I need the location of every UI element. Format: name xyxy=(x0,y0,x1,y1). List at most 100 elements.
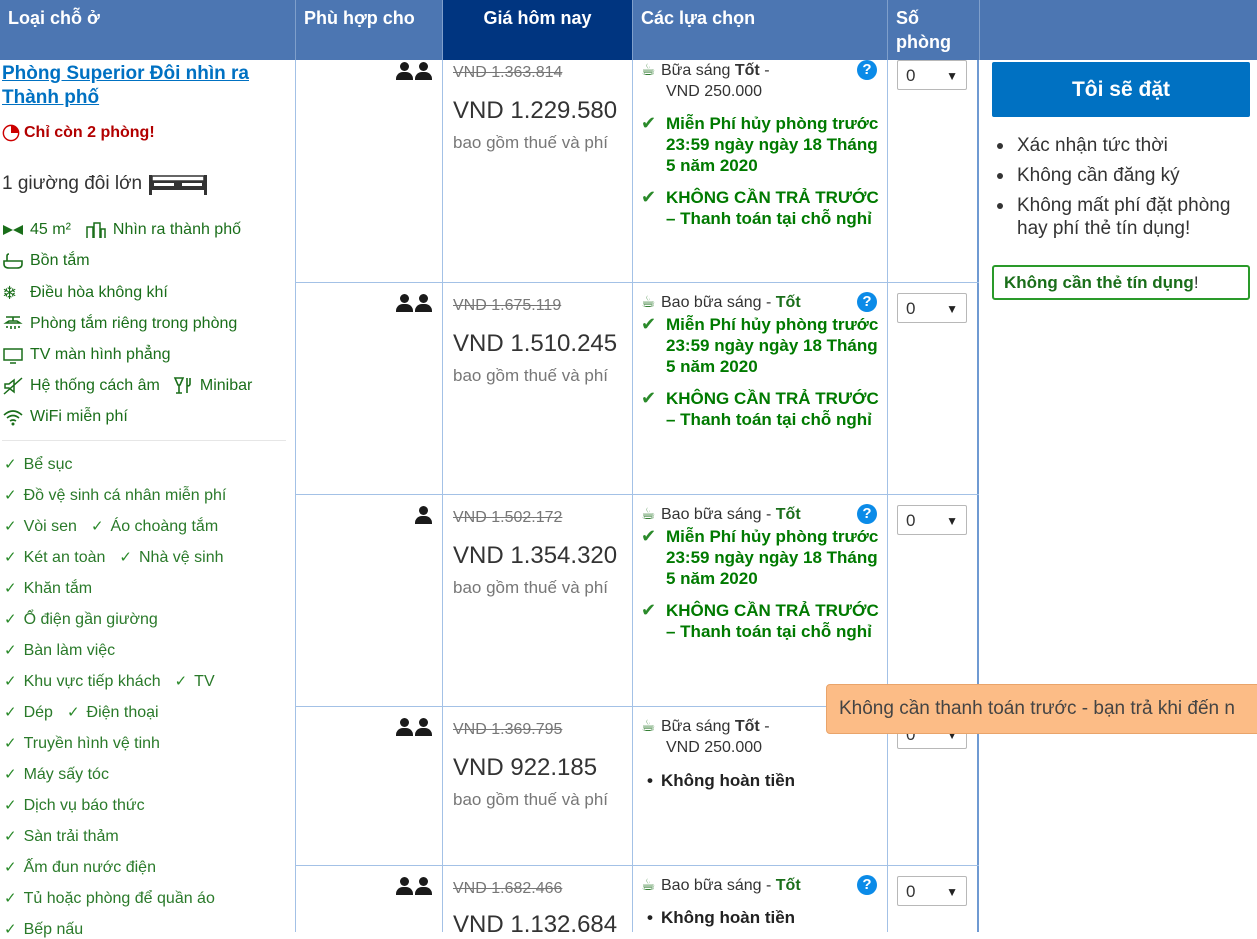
amenity-label: Điện thoại xyxy=(86,704,159,721)
amenity-label: Nhà vệ sinh xyxy=(139,549,224,566)
amenity-item: ✓ Khu vực tiếp khách ✓ TV xyxy=(4,672,215,691)
double-bed-icon xyxy=(149,175,208,195)
amenity-item: ✓ Dịch vụ báo thức xyxy=(4,796,145,815)
help-icon[interactable]: ? xyxy=(857,875,877,895)
person-icon xyxy=(415,718,432,736)
amenity-item: ✓ Truyền hình vệ tinh xyxy=(4,734,160,753)
header-price[interactable]: Giá hôm nay xyxy=(442,0,632,60)
amenity-label: Dép xyxy=(23,704,53,721)
tv-icon xyxy=(3,348,23,364)
perk-item: Không mất phí đặt phòng hay phí thẻ tín … xyxy=(992,194,1252,240)
cancellation-text: Miễn Phí hủy phòng trước 23:59 ngày ngày… xyxy=(666,315,879,376)
room-quantity-select[interactable]: 0 ▼ xyxy=(897,505,967,535)
coffee-cup-icon: ☕ xyxy=(641,718,656,735)
city-view-icon xyxy=(86,222,106,238)
check-icon: ✓ xyxy=(4,580,17,597)
help-icon[interactable]: ? xyxy=(857,60,877,80)
breakfast-label: Bao bữa sáng xyxy=(661,294,762,311)
no-prepayment[interactable]: ✔ KHÔNG CẦN TRẢ TRƯỚC – Thanh toán tại ch… xyxy=(641,600,881,642)
price-note: bao gồm thuế và phí xyxy=(453,366,609,385)
amenity-item: ✓ Ổ điện gần giường xyxy=(4,610,158,629)
room-quantity-select[interactable]: 0 ▼ xyxy=(897,60,967,90)
facility-row-soundproof-minibar: Hệ thống cách âm Minibar xyxy=(2,377,252,395)
room-name-link[interactable]: Phòng Superior Đôi nhìn ra Thành phố xyxy=(2,62,252,110)
header-options: Các lựa chọn xyxy=(632,0,887,60)
checkmark-icon: ✔ xyxy=(641,600,657,620)
facility-bathtub: Bồn tắm xyxy=(30,252,90,269)
dropdown-arrow-icon: ▼ xyxy=(946,69,958,83)
amenity-item: ✓ Tủ hoặc phòng để quần áo xyxy=(4,889,215,908)
check-icon: ✓ xyxy=(119,549,132,566)
minibar-icon xyxy=(173,377,191,394)
price-note: bao gồm thuế và phí xyxy=(453,133,609,152)
help-icon[interactable]: ? xyxy=(857,292,877,312)
price-note: bao gồm thuế và phí xyxy=(453,790,609,809)
scarcity-text: Chỉ còn 2 phòng! xyxy=(24,124,155,141)
current-price: VND 1.229.580 xyxy=(453,97,618,124)
person-icon xyxy=(415,877,432,895)
no-credit-card-badge: Không cần thẻ tín dụng! xyxy=(992,265,1250,300)
amenity-label: Đồ vệ sinh cá nhân miễn phí xyxy=(23,487,227,504)
free-cancellation: ✔ Miễn Phí hủy phòng trước 23:59 ngày ngà… xyxy=(641,113,881,176)
no-card-text: Không cần thẻ tín dụng xyxy=(1004,273,1194,292)
room-quantity-select[interactable]: 0 ▼ xyxy=(897,876,967,906)
occupancy-2-adults xyxy=(390,294,432,317)
help-icon[interactable]: ? xyxy=(857,504,877,524)
column-divider xyxy=(442,60,443,932)
check-icon: ✓ xyxy=(4,549,17,566)
amenity-label: Máy sấy tóc xyxy=(23,766,109,783)
no-prepayment[interactable]: ✔ KHÔNG CẦN TRẢ TRƯỚC – Thanh toán tại ch… xyxy=(641,388,881,430)
perk-item: Không cần đăng ký xyxy=(992,164,1252,187)
facility-size: 45 m² xyxy=(30,221,71,238)
row-divider xyxy=(295,282,979,283)
facility-row-bathtub: Bồn tắm xyxy=(2,252,90,270)
no-prepayment-text: KHÔNG CẦN TRẢ TRƯỚC – Thanh toán tại chỗ… xyxy=(666,188,879,228)
check-icon: ✓ xyxy=(4,828,17,845)
check-icon: ✓ xyxy=(4,673,17,690)
facility-row-ac: ❄ Điều hòa không khí xyxy=(2,284,168,302)
amenity-item: ✓ Ấm đun nước điện xyxy=(4,858,156,877)
room-quantity-select[interactable]: 0 ▼ xyxy=(897,293,967,323)
current-price: VND 922.185 xyxy=(453,754,598,781)
bathtub-icon xyxy=(3,253,23,269)
current-price: VND 1.132.684 xyxy=(453,911,618,938)
room-size-icon xyxy=(3,225,23,235)
no-card-suffix: ! xyxy=(1193,273,1199,292)
check-icon: ✓ xyxy=(4,859,17,876)
check-icon: ✓ xyxy=(4,890,17,907)
quantity-value: 0 xyxy=(906,882,916,901)
old-price: VND 1.502.172 xyxy=(453,509,563,526)
breakfast-quality: Tốt xyxy=(734,62,760,79)
booking-perks-list: Xác nhận tức thời Không cần đăng ký Khôn… xyxy=(992,134,1252,247)
person-icon xyxy=(396,62,413,80)
check-icon: ✓ xyxy=(4,797,17,814)
checkmark-icon: ✔ xyxy=(641,526,657,546)
facility-private-bath: Phòng tắm riêng trong phòng xyxy=(30,315,238,332)
amenity-label: Truyền hình vệ tinh xyxy=(23,735,160,752)
occupancy-2-adults xyxy=(390,877,432,900)
current-price: VND 1.354.320 xyxy=(453,542,618,569)
reserve-button[interactable]: Tôi sẽ đặt xyxy=(992,62,1250,117)
check-icon: ✓ xyxy=(90,518,104,535)
old-price: VND 1.363.814 xyxy=(453,64,563,81)
old-price: VND 1.675.119 xyxy=(453,297,562,314)
amenity-label: Khu vực tiếp khách xyxy=(23,673,161,690)
bed-text: 1 giường đôi lớn xyxy=(2,173,143,194)
room-option: ☕Bao bữa sáng - Tốt Không hoàn tiền xyxy=(641,875,881,928)
pie-clock-icon xyxy=(2,124,20,142)
amenity-item: ✓ Sàn trải thảm xyxy=(4,827,119,846)
breakfast-quality: Tốt xyxy=(775,506,801,523)
row-divider xyxy=(295,494,979,495)
breakfast-quality: Tốt xyxy=(775,294,801,311)
wifi-icon xyxy=(3,410,23,426)
facility-row-tv: TV màn hình phẳng xyxy=(2,346,171,364)
facility-minibar: Minibar xyxy=(199,377,253,394)
amenity-label: TV xyxy=(194,673,215,690)
amenity-item: ✓ Dép ✓ Điện thoại xyxy=(4,703,159,722)
check-icon: ✓ xyxy=(4,642,17,659)
person-icon xyxy=(415,62,432,80)
check-icon: ✓ xyxy=(66,704,80,721)
person-icon xyxy=(415,506,432,524)
no-prepayment[interactable]: ✔ KHÔNG CẦN TRẢ TRƯỚC – Thanh toán tại ch… xyxy=(641,187,881,229)
breakfast-label: Bao bữa sáng xyxy=(661,877,762,894)
